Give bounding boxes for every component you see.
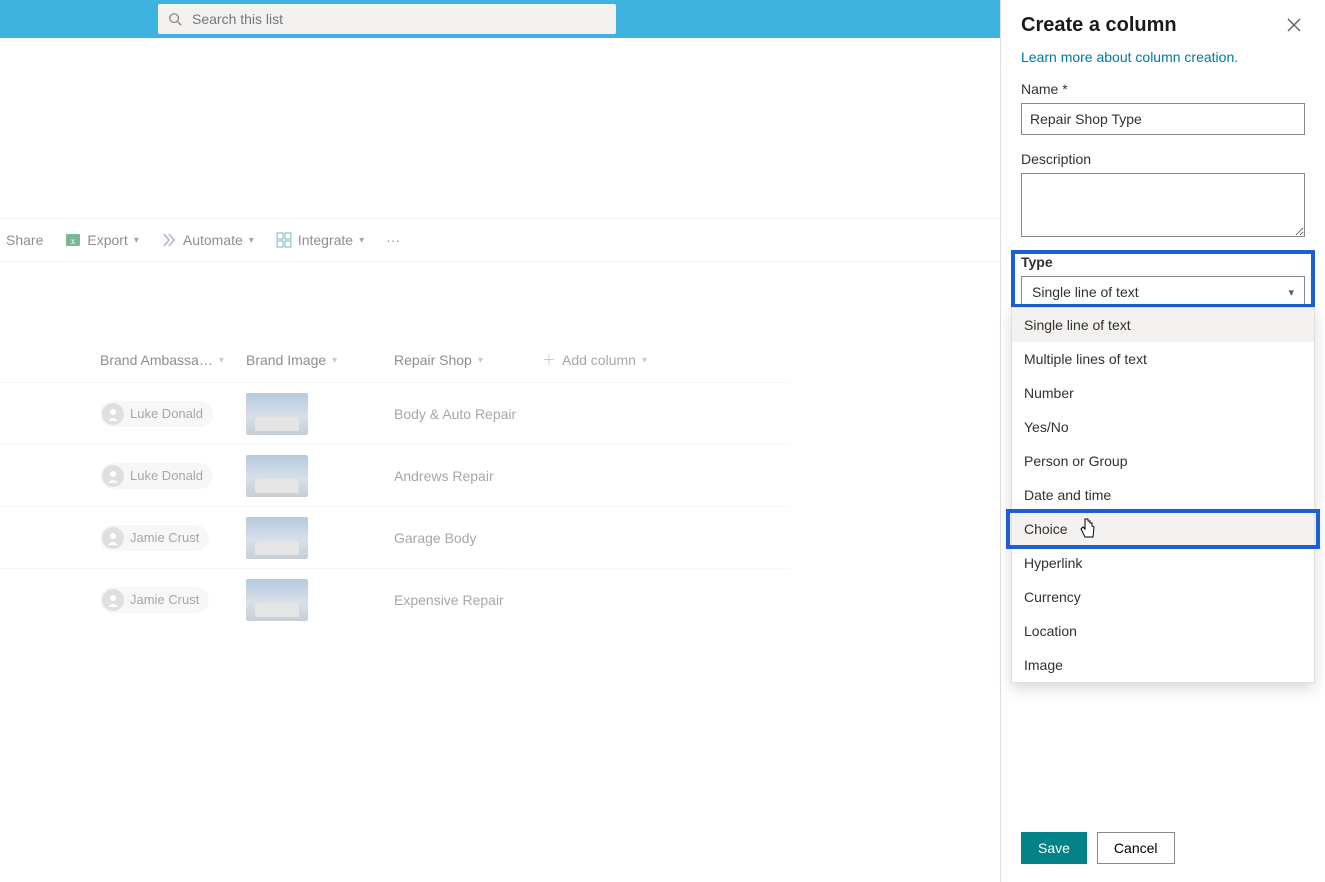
person-chip[interactable]: Jamie Crust [100,525,209,551]
close-button[interactable] [1283,14,1305,39]
table-row[interactable]: Luke Donald Andrews Repair [0,444,790,506]
cursor-icon [1080,518,1096,538]
brand-image-thumb[interactable] [246,517,308,559]
type-option[interactable]: Hyperlink [1012,546,1314,580]
column-header-label: Brand Ambassa… [100,352,213,368]
type-option[interactable]: Currency [1012,580,1314,614]
list-grid: Brand Ambassa… ▾ Brand Image ▾ Repair Sh… [0,338,790,630]
person-chip[interactable]: Luke Donald [100,463,213,489]
repair-shop-value: Garage Body [394,530,542,546]
type-option[interactable]: Multiple lines of text [1012,342,1314,376]
highlight-box [1006,509,1320,549]
type-option[interactable]: Choice [1012,512,1314,546]
column-header-label: Brand Image [246,352,326,368]
pane-footer: Save Cancel [1021,820,1305,882]
integrate-label: Integrate [298,232,353,248]
avatar-icon [102,589,124,611]
person-chip[interactable]: Luke Donald [100,401,213,427]
brand-image-thumb[interactable] [246,455,308,497]
integrate-icon [276,232,292,248]
chevron-down-icon: ▾ [359,235,364,246]
search-icon [168,12,182,26]
automate-button[interactable]: Automate ▾ [161,232,254,248]
excel-icon: x [65,232,81,248]
column-header-label: Repair Shop [394,352,472,368]
person-name: Jamie Crust [130,592,199,607]
type-option[interactable]: Date and time [1012,478,1314,512]
person-name: Jamie Crust [130,530,199,545]
automate-label: Automate [183,232,243,248]
type-dropdown[interactable]: Single line of textMultiple lines of tex… [1011,307,1315,683]
avatar-icon [102,527,124,549]
save-button[interactable]: Save [1021,832,1087,864]
chevron-down-icon: ▾ [642,355,647,366]
type-option[interactable]: Person or Group [1012,444,1314,478]
export-button[interactable]: x Export ▾ [65,232,139,248]
chevron-down-icon: ▾ [249,235,254,246]
name-input[interactable] [1021,103,1305,135]
chevron-down-icon: ▾ [134,235,139,246]
person-name: Luke Donald [130,406,203,421]
table-row[interactable]: Luke Donald Body & Auto Repair [0,382,790,444]
chevron-down-icon: ▾ [478,355,483,366]
more-button[interactable]: ··· [386,232,400,248]
person-name: Luke Donald [130,468,203,483]
pane-title: Create a column [1021,14,1177,37]
search-box[interactable] [158,4,616,34]
share-button[interactable]: Share [6,232,43,248]
type-option[interactable]: Image [1012,648,1314,682]
person-chip[interactable]: Jamie Crust [100,587,209,613]
learn-more-link[interactable]: Learn more about column creation. [1021,49,1305,65]
repair-shop-value: Andrews Repair [394,468,542,484]
type-selected-value: Single line of text [1032,284,1139,300]
column-header-ambassador[interactable]: Brand Ambassa… ▾ [100,352,246,368]
column-header-image[interactable]: Brand Image ▾ [246,352,394,368]
repair-shop-value: Expensive Repair [394,592,542,608]
type-option[interactable]: Number [1012,376,1314,410]
table-row[interactable]: Jamie Crust Expensive Repair [0,568,790,630]
svg-text:x: x [71,236,76,246]
add-column-label: Add column [562,352,636,368]
repair-shop-value: Body & Auto Repair [394,406,542,422]
type-option[interactable]: Single line of text [1012,308,1314,342]
type-label: Type [1021,254,1305,270]
integrate-button[interactable]: Integrate ▾ [276,232,364,248]
brand-image-thumb[interactable] [246,393,308,435]
close-icon [1287,18,1301,32]
description-input[interactable] [1021,173,1305,237]
type-select[interactable]: Single line of text ▾ [1021,276,1305,308]
search-input[interactable] [192,11,606,27]
type-option[interactable]: Location [1012,614,1314,648]
avatar-icon [102,465,124,487]
chevron-down-icon: ▾ [1288,286,1294,299]
export-label: Export [87,232,127,248]
column-header-shop[interactable]: Repair Shop ▾ [394,352,542,368]
table-row[interactable]: Jamie Crust Garage Body [0,506,790,568]
list-header: Brand Ambassa… ▾ Brand Image ▾ Repair Sh… [0,338,790,382]
brand-image-thumb[interactable] [246,579,308,621]
avatar-icon [102,403,124,425]
cancel-button[interactable]: Cancel [1097,832,1175,864]
create-column-pane: Create a column Learn more about column … [1000,0,1325,882]
description-label: Description [1021,151,1305,167]
chevron-down-icon: ▾ [332,355,337,366]
type-option[interactable]: Yes/No [1012,410,1314,444]
automate-icon [161,232,177,248]
add-column-button[interactable]: ＋ Add column ▾ [542,350,647,370]
plus-icon: ＋ [542,350,556,370]
name-label: Name * [1021,81,1305,97]
chevron-down-icon: ▾ [219,355,224,366]
